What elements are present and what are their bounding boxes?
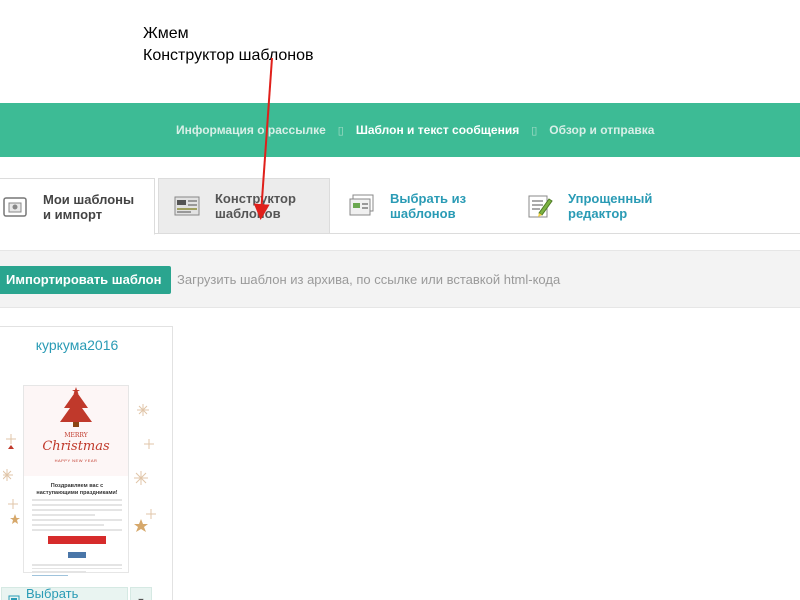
import-box-icon xyxy=(1,194,29,220)
template-card: куркума2016 MERRY Christmas HAPPY NEW YE… xyxy=(0,326,173,600)
template-preview[interactable]: MERRY Christmas HAPPY NEW YEAR Поздравля… xyxy=(3,359,165,579)
tab-my-templates[interactable]: Мои шаблоны и импорт xyxy=(0,178,155,235)
tab-my-templates-line2: и импорт xyxy=(43,206,103,222)
import-hint-text: Загрузить шаблон из архива, по ссылке ил… xyxy=(177,272,561,287)
template-icon xyxy=(8,595,20,600)
preview-greeting: Поздравляем вас с наступающими праздника… xyxy=(36,483,118,496)
tab-choose-from-templates[interactable]: Выбрать из шаблонов xyxy=(340,178,510,234)
annotation-line-1: Жмем xyxy=(143,25,189,42)
step-template[interactable]: Шаблон и текст сообщения xyxy=(356,123,519,137)
preview-text-lines xyxy=(32,499,122,534)
template-source-tabs: Мои шаблоны и импорт Конструктор шаблонов … xyxy=(0,178,800,235)
pencil-editor-icon xyxy=(526,193,554,219)
template-gallery-icon xyxy=(348,193,376,219)
email-preview: MERRY Christmas HAPPY NEW YEAR Поздравля… xyxy=(23,385,129,576)
tab-template-builder-line2: шаблонов xyxy=(215,206,281,221)
tab-my-templates-line1: Мои шаблоны xyxy=(43,191,135,207)
preview-merry: MERRY xyxy=(64,432,88,439)
tab-choose-line1: Выбрать из xyxy=(390,191,467,206)
vk-icon xyxy=(68,552,86,558)
preview-footer-lines xyxy=(32,564,122,578)
template-card-title[interactable]: куркума2016 xyxy=(0,337,157,353)
preview-new-year: HAPPY NEW YEAR xyxy=(54,458,98,463)
import-bar: Импортировать шаблон Загрузить шаблон из… xyxy=(0,250,800,308)
chevron-separator-icon: ▯ xyxy=(531,124,538,137)
wizard-steps-bar: Информация о рассылке ▯ Шаблон и текст с… xyxy=(0,103,800,157)
annotation-line-2: Конструктор шаблонов xyxy=(143,47,314,64)
tab-choose-line2: шаблонов xyxy=(390,206,456,221)
instruction-annotation: Жмем Конструктор шаблонов xyxy=(143,23,314,67)
wizard-steps: Информация о рассылке ▯ Шаблон и текст с… xyxy=(176,103,654,157)
chevron-separator-icon: ▯ xyxy=(337,124,344,137)
preview-cta-button xyxy=(48,536,106,544)
caret-down-icon[interactable]: ▼ xyxy=(130,587,152,600)
tab-template-builder-line1: Конструктор xyxy=(215,191,296,206)
step-review[interactable]: Обзор и отправка xyxy=(549,123,654,137)
layout-builder-icon xyxy=(173,193,201,219)
christmas-tree-icon xyxy=(60,387,92,427)
tab-simple-line1: Упрощенный xyxy=(568,191,653,206)
tab-simple-line2: редактор xyxy=(568,206,628,221)
import-template-button[interactable]: Импортировать шаблон xyxy=(0,266,172,294)
step-info[interactable]: Информация о рассылке xyxy=(176,123,326,137)
email-header: MERRY Christmas HAPPY NEW YEAR xyxy=(24,386,128,476)
choose-template-button[interactable]: Выбрать шаблон xyxy=(1,586,128,600)
tab-template-builder[interactable]: Конструктор шаблонов xyxy=(158,178,330,234)
preview-christmas: Christmas xyxy=(42,439,110,454)
tab-simple-editor[interactable]: Упрощенный редактор xyxy=(520,178,700,234)
choose-template-label: Выбрать шаблон xyxy=(26,586,79,600)
